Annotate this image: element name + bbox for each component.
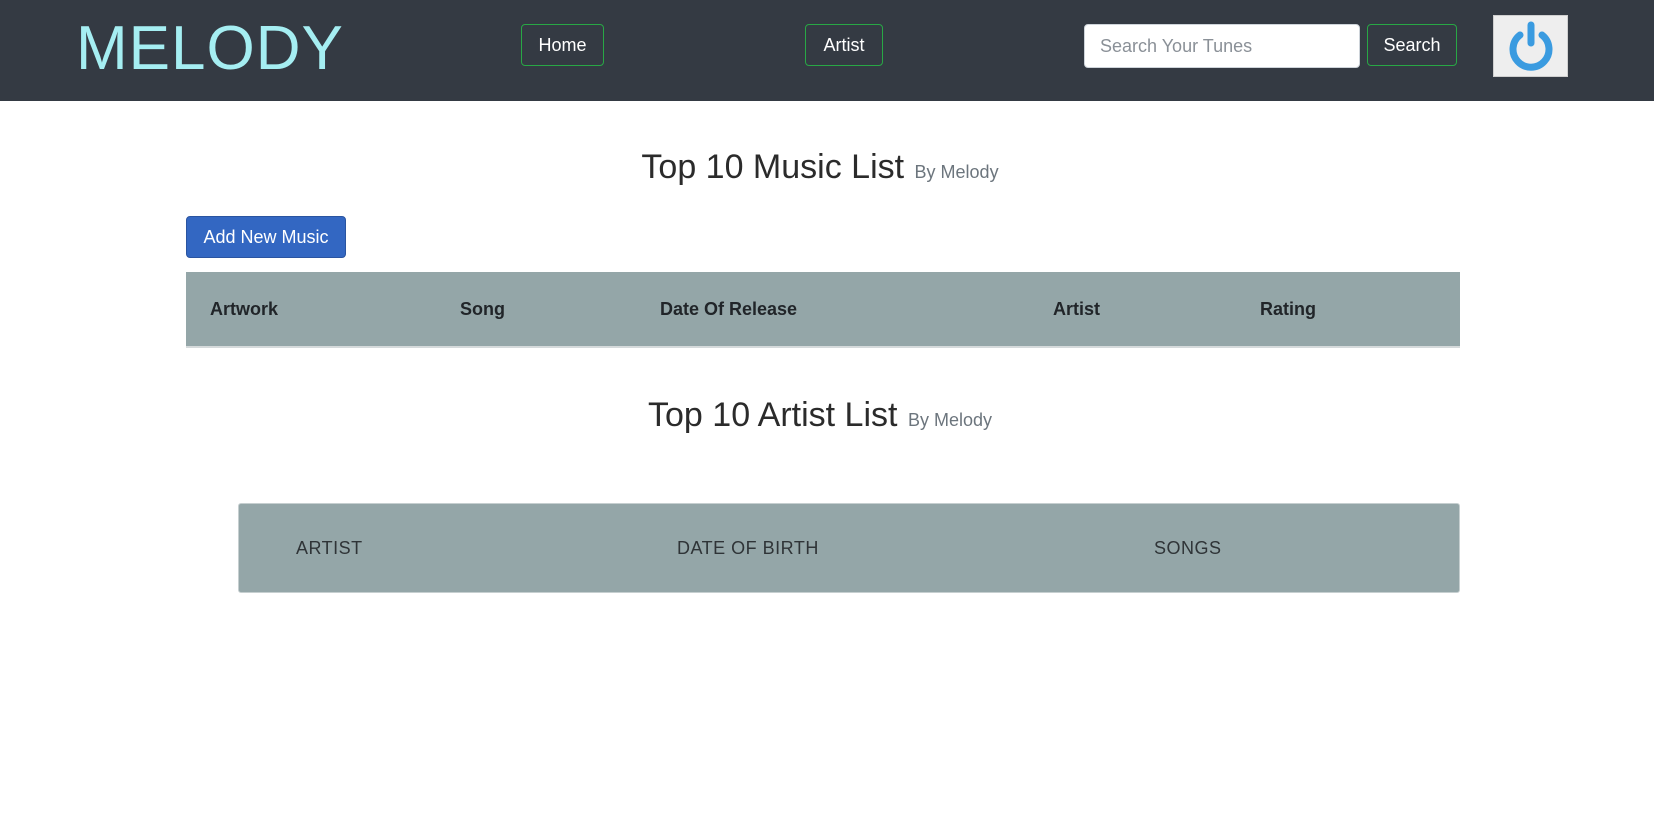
nav-artist-button[interactable]: Artist [805,24,883,66]
music-table-header: Artwork Song Date Of Release Artist Rati… [186,272,1460,348]
navbar: MELODY Home Artist Search [0,0,1654,101]
music-section-subtitle: By Melody [914,162,999,182]
column-header-date-of-birth: DATE OF BIRTH [677,538,819,558]
brand-logo[interactable]: MELODY [76,12,344,86]
column-header-song: Song [460,299,505,319]
nav-home-button[interactable]: Home [521,24,604,66]
column-header-artwork: Artwork [210,299,279,319]
search-button[interactable]: Search [1367,24,1457,66]
column-header-rating: Rating [1260,299,1316,319]
music-section-title: Top 10 Music List [641,148,905,186]
column-header-artist: Artist [1053,299,1101,319]
add-new-music-button[interactable]: Add New Music [186,216,346,258]
logout-button[interactable] [1493,15,1568,77]
column-header-artist-name: ARTIST [296,538,363,558]
artist-section-title: Top 10 Artist List [648,396,898,434]
search-input[interactable] [1084,24,1360,68]
music-section-heading: Top 10 Music List By Melody [0,148,1640,187]
artist-section-subtitle: By Melody [907,410,992,430]
artist-table-header: ARTIST DATE OF BIRTH SONGS [238,503,1460,593]
power-icon [1509,21,1552,71]
artist-section-heading: Top 10 Artist List By Melody [0,396,1640,435]
column-header-songs: SONGS [1154,538,1222,558]
column-header-date-of-release: Date Of Release [660,299,798,319]
